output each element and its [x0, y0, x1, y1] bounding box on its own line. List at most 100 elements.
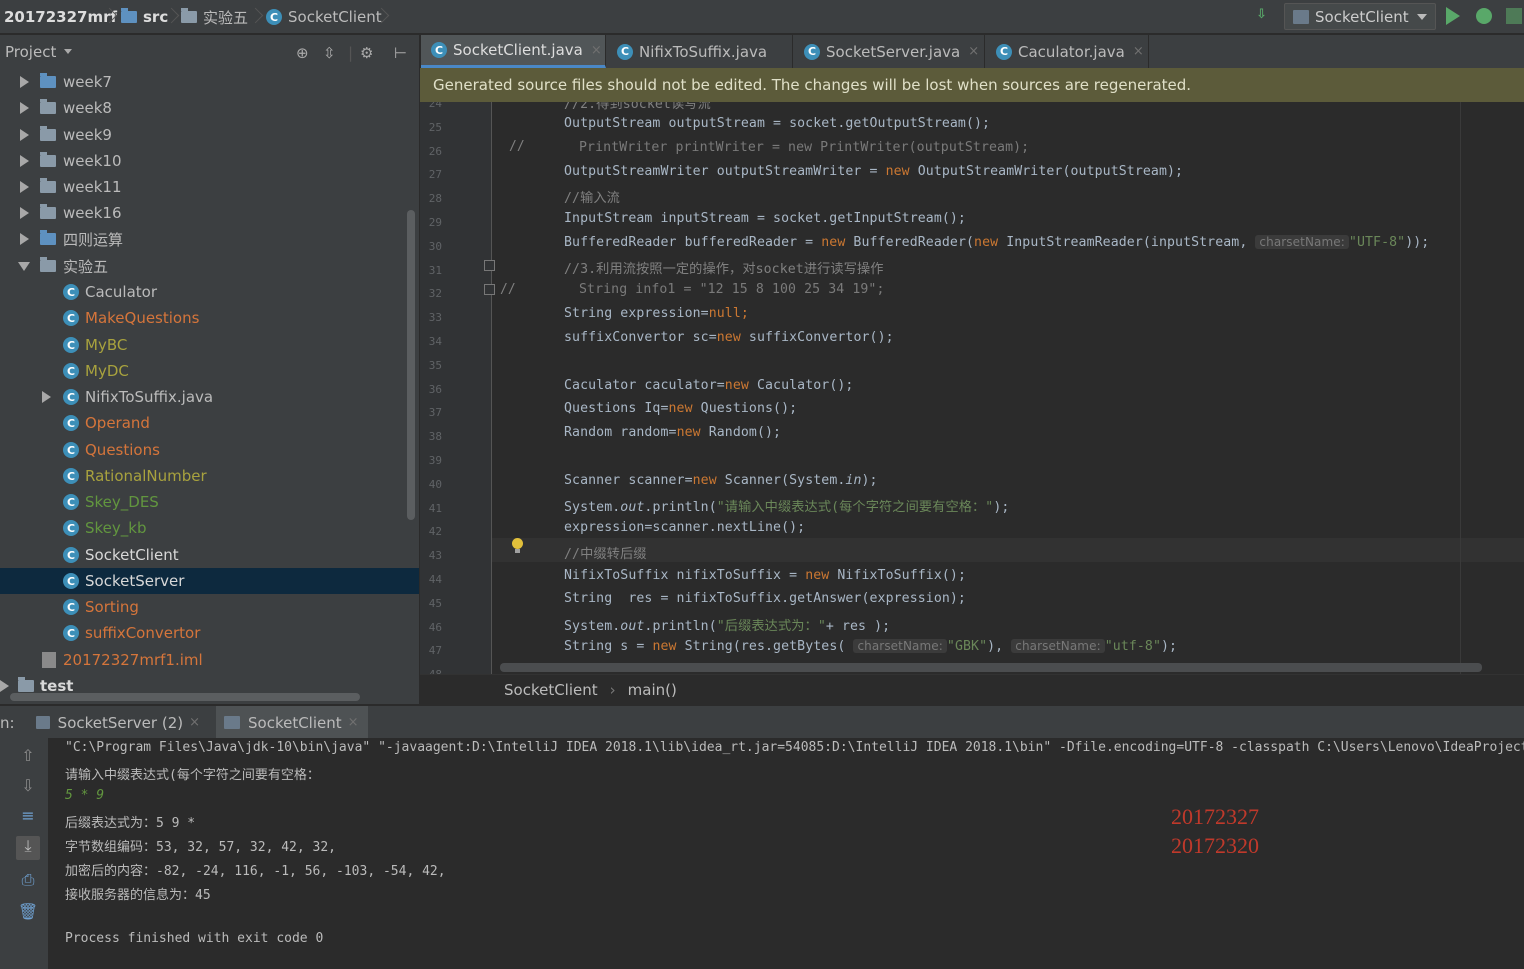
code-line: //中缀转后缀 [564, 547, 647, 562]
expand-arrow-icon[interactable] [20, 233, 29, 245]
tree-item-week7[interactable]: week7 [0, 69, 419, 95]
tree-item-skey-kb[interactable]: C Skey_kb [0, 515, 419, 541]
tree-item-iml-file[interactable]: 20172327mrf1.iml [0, 647, 419, 673]
tree-item-lab5[interactable]: 实验五 [0, 253, 419, 279]
folder-open-icon [40, 257, 56, 272]
tree-item-skey-des[interactable]: C Skey_DES [0, 489, 419, 515]
breadcrumb-separator [376, 6, 386, 28]
line-number: 41 [428, 501, 442, 515]
code-editor[interactable]: 24 25 26 27 28 29 30 31 32 33 34 35 36 37 38 39 40 41 42 43… [420, 102, 1524, 674]
trash-icon[interactable]: 🗑 [16, 902, 40, 926]
folder-icon [181, 8, 197, 23]
breadcrumb-method[interactable]: main() [628, 681, 677, 699]
class-icon: C [431, 42, 447, 58]
close-icon[interactable]: × [1133, 44, 1144, 59]
tree-item-makequestions[interactable]: C MakeQuestions [0, 305, 419, 331]
tree-item-suffixconvertor[interactable]: C suffixConvertor [0, 620, 419, 646]
arrow-up-icon[interactable]: ⇧ [16, 746, 40, 770]
tree-item-mydc[interactable]: C MyDC [0, 358, 419, 384]
locate-icon[interactable]: ⊕ [296, 44, 309, 62]
arrow-down-icon[interactable]: ⇩ [16, 776, 40, 800]
breadcrumb-file[interactable]: C SocketClient [266, 7, 382, 27]
folder-icon [40, 204, 56, 219]
fold-marker-icon[interactable] [484, 284, 495, 295]
tab-caculator[interactable]: C Caculator.java × [986, 35, 1149, 68]
tree-item-nifixtosuffix[interactable]: C NifixToSuffix.java [0, 384, 419, 410]
close-icon[interactable]: × [189, 715, 200, 730]
project-panel-header[interactable]: Project [0, 35, 419, 68]
expand-arrow-icon[interactable] [20, 155, 29, 167]
collapse-all-icon[interactable]: ⇳ [323, 44, 336, 62]
collapse-arrow-icon[interactable] [18, 261, 30, 271]
line-number: 47 [428, 644, 442, 658]
tree-item-week8[interactable]: week8 [0, 95, 419, 121]
soft-wrap-icon[interactable]: ≡ [16, 806, 40, 830]
fold-marker-icon[interactable] [484, 260, 495, 271]
code-line: String s = new String(res.getBytes( char… [564, 639, 1178, 654]
breadcrumb-src[interactable]: src [121, 7, 168, 27]
tree-item-rationalnumber[interactable]: C RationalNumber [0, 463, 419, 489]
line-number: 35 [428, 358, 442, 372]
tab-nifixtosuffix[interactable]: C NifixToSuffix.java [607, 35, 793, 68]
breadcrumb-folder[interactable]: 实验五 [181, 7, 248, 27]
tree-item-week9[interactable]: week9 [0, 122, 419, 148]
line-number: 36 [428, 382, 442, 396]
print-icon[interactable]: ⎙ [16, 870, 40, 894]
line-number: 28 [428, 192, 442, 206]
close-icon[interactable]: × [968, 44, 979, 59]
tree-item-operand[interactable]: C Operand [0, 410, 419, 436]
tree-item-socketclient[interactable]: C SocketClient [0, 542, 419, 568]
breadcrumb-class[interactable]: SocketClient [504, 681, 598, 699]
class-icon: C [266, 9, 282, 25]
tree-vertical-scrollbar[interactable] [407, 210, 415, 520]
lightbulb-icon[interactable] [512, 538, 523, 553]
class-icon: C [63, 494, 79, 510]
run-tab-socketclient[interactable]: SocketClient × [216, 706, 368, 739]
tree-item-week16[interactable]: week16 [0, 200, 419, 226]
console-line: "C:\Program Files\Java\jdk-10\bin\java" … [65, 740, 1524, 755]
breadcrumb-project[interactable]: 20172327mrf [4, 7, 117, 27]
code-line: System.out.println("后缀表达式为："+ res ); [564, 619, 891, 634]
tree-item-arithmetic[interactable]: 四则运算 [0, 226, 419, 252]
expand-arrow-icon[interactable] [20, 102, 29, 114]
hide-panel-icon[interactable]: ⊢ [394, 44, 407, 62]
coverage-button[interactable] [1506, 8, 1522, 24]
close-icon[interactable]: × [591, 43, 602, 58]
expand-arrow-icon[interactable] [20, 129, 29, 141]
gear-icon[interactable]: ⚙ [360, 44, 373, 62]
run-configuration-select[interactable]: SocketClient [1284, 3, 1436, 30]
class-icon: C [63, 599, 79, 615]
expand-arrow-icon[interactable] [0, 680, 9, 692]
expand-arrow-icon[interactable] [20, 207, 29, 219]
run-button[interactable] [1446, 7, 1460, 25]
expand-arrow-icon[interactable] [42, 391, 51, 403]
code-line: //输入流 [564, 191, 620, 206]
code-line: InputStream inputStream = socket.getInpu… [564, 211, 966, 226]
build-icon[interactable]: ⇩ [1256, 7, 1276, 27]
module-file-icon [42, 652, 56, 668]
class-icon: C [63, 442, 79, 458]
tab-socketclient[interactable]: C SocketClient.java × [421, 35, 606, 68]
tree-horizontal-scrollbar[interactable] [10, 693, 360, 701]
tree-item-mybc[interactable]: C MyBC [0, 332, 419, 358]
tree-item-socketserver[interactable]: C SocketServer [0, 568, 419, 594]
tree-item-week11[interactable]: week11 [0, 174, 419, 200]
tree-item-week10[interactable]: week10 [0, 148, 419, 174]
debug-button[interactable] [1476, 8, 1492, 24]
application-icon [1293, 9, 1309, 24]
gutter-comment: // [509, 139, 525, 154]
editor-horizontal-scrollbar[interactable] [500, 663, 1482, 672]
console-output[interactable]: "C:\Program Files\Java\jdk-10\bin\java" … [48, 738, 1524, 969]
expand-arrow-icon[interactable] [20, 181, 29, 193]
code-line: System.out.println("请输入中缀表达式(每个字符之间要有空格：… [564, 500, 1010, 515]
close-icon[interactable]: × [348, 715, 359, 730]
tab-socketserver[interactable]: C SocketServer.java × [794, 35, 985, 68]
tree-item-questions[interactable]: C Questions [0, 437, 419, 463]
scroll-to-end-icon[interactable]: ⤓ [16, 836, 40, 860]
expand-arrow-icon[interactable] [20, 76, 29, 88]
line-number: 34 [428, 335, 442, 348]
tree-item-sorting[interactable]: C Sorting [0, 594, 419, 620]
run-tab-socketserver[interactable]: SocketServer (2) × [28, 706, 208, 739]
console-line: 接收服务器的信息为：45 [65, 888, 211, 903]
tree-item-caculator[interactable]: C Caculator [0, 279, 419, 305]
